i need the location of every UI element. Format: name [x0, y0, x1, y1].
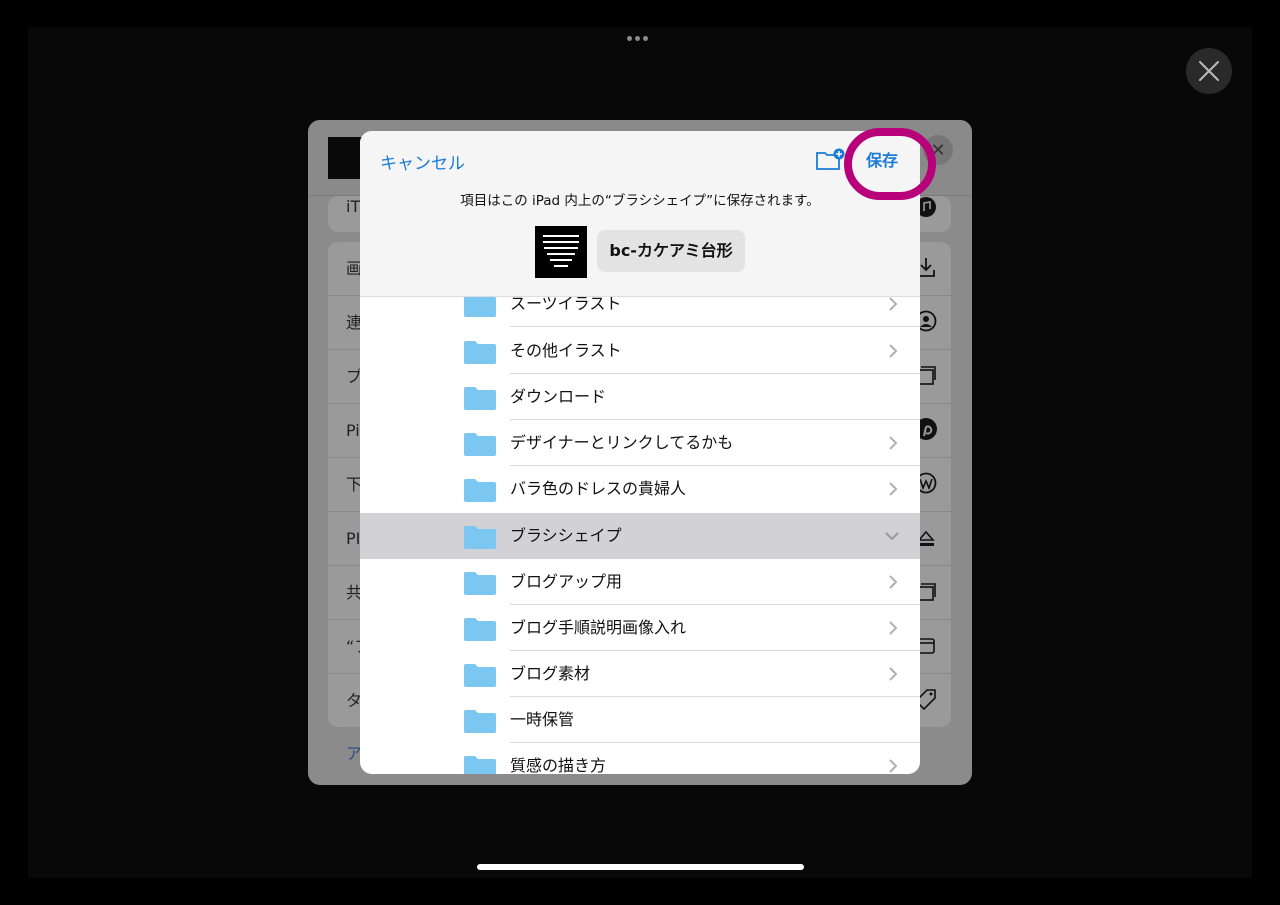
- multitasking-dots[interactable]: [627, 36, 648, 41]
- folder-icon: [464, 341, 496, 364]
- folder-icon: [464, 664, 496, 687]
- folder-row[interactable]: ダウンロード: [360, 374, 920, 420]
- folder-label: ブログ素材: [510, 664, 591, 683]
- chevron-right-icon: [889, 759, 898, 773]
- folder-label: スーツイラスト: [510, 296, 622, 313]
- folder-label: 一時保管: [510, 710, 575, 729]
- folder-row[interactable]: バラ色のドレスの貴婦人: [360, 466, 920, 512]
- file-thumbnail: [535, 226, 587, 278]
- chevron-right-icon: [889, 482, 898, 496]
- share-thumbnail: [328, 137, 362, 179]
- folder-icon: [464, 756, 496, 774]
- folder-label: デザイナーとリンクしてるかも: [510, 433, 734, 452]
- save-location-note: 項目はこの iPad 内上の“ブラシシェイプ”に保存されます。: [460, 193, 820, 209]
- folder-row[interactable]: 一時保管: [360, 697, 920, 743]
- chevron-right-icon: [889, 621, 898, 635]
- folder-row[interactable]: その他イラスト: [360, 328, 920, 374]
- folder-label: 質感の描き方: [510, 756, 607, 774]
- folder-label: ブラシシェイプ: [510, 526, 622, 545]
- folder-icon: [464, 710, 496, 733]
- save-button[interactable]: 保存: [852, 135, 912, 183]
- folder-icon: [464, 479, 496, 502]
- folder-row[interactable]: デザイナーとリンクしてるかも: [360, 420, 920, 466]
- new-folder-icon[interactable]: [815, 147, 845, 173]
- folder-row[interactable]: ブログ手順説明画像入れ: [360, 605, 920, 651]
- dialog-header: キャンセル 保存 項目はこの iPad 内上の“ブラシシェイプ”に保存されます。…: [360, 131, 920, 296]
- folder-icon: [464, 526, 496, 549]
- share-row-label: iT: [346, 197, 361, 216]
- chevron-right-icon: [889, 344, 898, 358]
- filename-field[interactable]: bc-カケアミ台形: [597, 230, 745, 272]
- folder-list: スーツイラスト その他イラスト ダウンロード デザイナーとリンクしてるかも バラ…: [360, 296, 920, 774]
- folder-icon: [464, 572, 496, 595]
- cancel-button[interactable]: キャンセル: [380, 149, 465, 174]
- chevron-right-icon: [889, 667, 898, 681]
- chevron-right-icon: [889, 575, 898, 589]
- share-close-icon[interactable]: ✕: [923, 135, 953, 165]
- share-row-label: Pi: [346, 421, 360, 440]
- folder-row[interactable]: ブログ素材: [360, 651, 920, 697]
- folder-icon: [464, 297, 496, 317]
- folder-row-selected[interactable]: ブラシシェイプ: [360, 513, 920, 559]
- folder-row[interactable]: スーツイラスト: [360, 296, 920, 327]
- close-icon[interactable]: [1186, 48, 1232, 94]
- folder-label: ダウンロード: [510, 387, 607, 406]
- home-indicator[interactable]: [477, 864, 804, 870]
- folder-label: ブログ手順説明画像入れ: [510, 618, 687, 637]
- chevron-right-icon: [889, 297, 898, 311]
- folder-icon: [464, 387, 496, 410]
- chevron-right-icon: [889, 436, 898, 450]
- folder-row[interactable]: ブログアップ用: [360, 559, 920, 605]
- folder-row[interactable]: 質感の描き方: [360, 743, 920, 774]
- chevron-down-icon: [885, 532, 899, 541]
- folder-label: ブログアップ用: [510, 572, 623, 591]
- folder-label: その他イラスト: [510, 341, 622, 360]
- save-dialog: キャンセル 保存 項目はこの iPad 内上の“ブラシシェイプ”に保存されます。…: [360, 131, 920, 774]
- share-row-label: PI: [346, 529, 361, 548]
- folder-label: バラ色のドレスの貴婦人: [510, 479, 687, 498]
- folder-icon: [464, 618, 496, 641]
- folder-icon: [464, 433, 496, 456]
